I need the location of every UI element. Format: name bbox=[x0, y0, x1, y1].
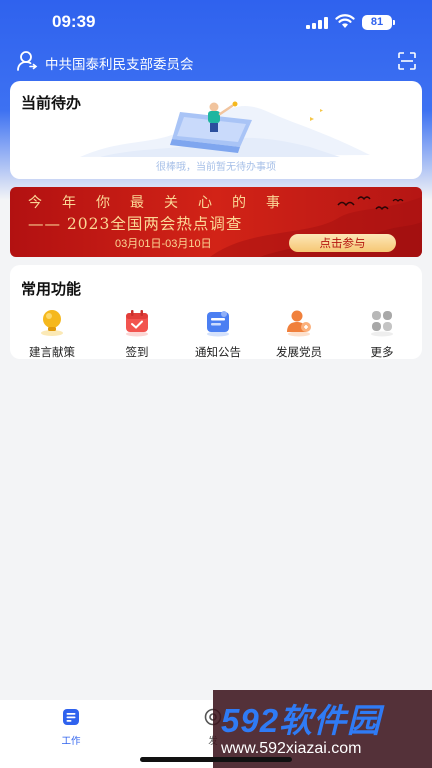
lightbulb-icon bbox=[37, 307, 67, 337]
status-time: 09:39 bbox=[52, 12, 96, 31]
battery-tip bbox=[393, 20, 395, 25]
calendar-icon bbox=[122, 307, 152, 337]
func-suggestions-label: 建言献策 bbox=[29, 345, 75, 359]
func-notices[interactable]: 通知公告 bbox=[183, 307, 253, 360]
func-develop-members-label: 发展党员 bbox=[276, 345, 322, 359]
empty-state-illustration bbox=[80, 101, 370, 157]
birds-decoration bbox=[337, 196, 404, 211]
wifi-icon bbox=[335, 14, 355, 28]
todo-empty-text: 很棒哦，当前暂无待办事项 bbox=[156, 162, 276, 173]
member-icon bbox=[284, 307, 314, 337]
func-more[interactable]: 更多 bbox=[347, 307, 417, 360]
announcement-icon bbox=[203, 307, 233, 337]
tab-work-label: 工作 bbox=[61, 736, 81, 747]
watermark-brand: 592软件园 bbox=[221, 702, 382, 739]
org-name: 中共国泰利民支部委员会 bbox=[45, 57, 194, 73]
func-develop-members[interactable]: 发展党员 bbox=[264, 307, 334, 360]
func-checkin-label: 签到 bbox=[125, 345, 149, 359]
banner-headline: 今年你最关心的事 bbox=[28, 195, 300, 211]
participate-button[interactable]: 点击参与 bbox=[289, 234, 396, 252]
functions-card: 常用功能 建言献策 签到 通知公告 发展党员 更多 bbox=[10, 265, 422, 359]
banner-subheadline: —— 2023全国两会热点调查 bbox=[28, 215, 243, 233]
grid-icon bbox=[367, 307, 397, 337]
user-switch-icon bbox=[17, 51, 38, 71]
status-bar: 09:39 81 bbox=[0, 0, 432, 46]
work-icon bbox=[63, 709, 79, 725]
todo-title: 当前待办 bbox=[21, 94, 82, 112]
survey-banner[interactable]: 今年你最关心的事 —— 2023全国两会热点调查 03月01日-03月10日 点… bbox=[10, 187, 422, 257]
org-selector[interactable]: 中共国泰利民支部委员会 bbox=[16, 50, 416, 74]
banner-dates: 03月01日-03月10日 bbox=[115, 238, 212, 250]
func-notices-label: 通知公告 bbox=[195, 345, 241, 359]
home-indicator bbox=[140, 757, 292, 762]
func-checkin[interactable]: 签到 bbox=[102, 307, 172, 360]
battery-indicator: 81 bbox=[362, 15, 392, 30]
tab-work[interactable]: 工作 bbox=[41, 707, 101, 747]
todo-card[interactable]: 当前待办 很棒哦，当前暂无待办事项 bbox=[10, 81, 422, 179]
cellular-signal-icon bbox=[306, 17, 328, 29]
functions-title: 常用功能 bbox=[21, 280, 82, 298]
watermark-url: www.592xiazai.com bbox=[221, 740, 362, 757]
func-suggestions[interactable]: 建言献策 bbox=[17, 307, 87, 360]
scan-icon[interactable] bbox=[398, 52, 416, 70]
func-more-label: 更多 bbox=[370, 345, 394, 359]
